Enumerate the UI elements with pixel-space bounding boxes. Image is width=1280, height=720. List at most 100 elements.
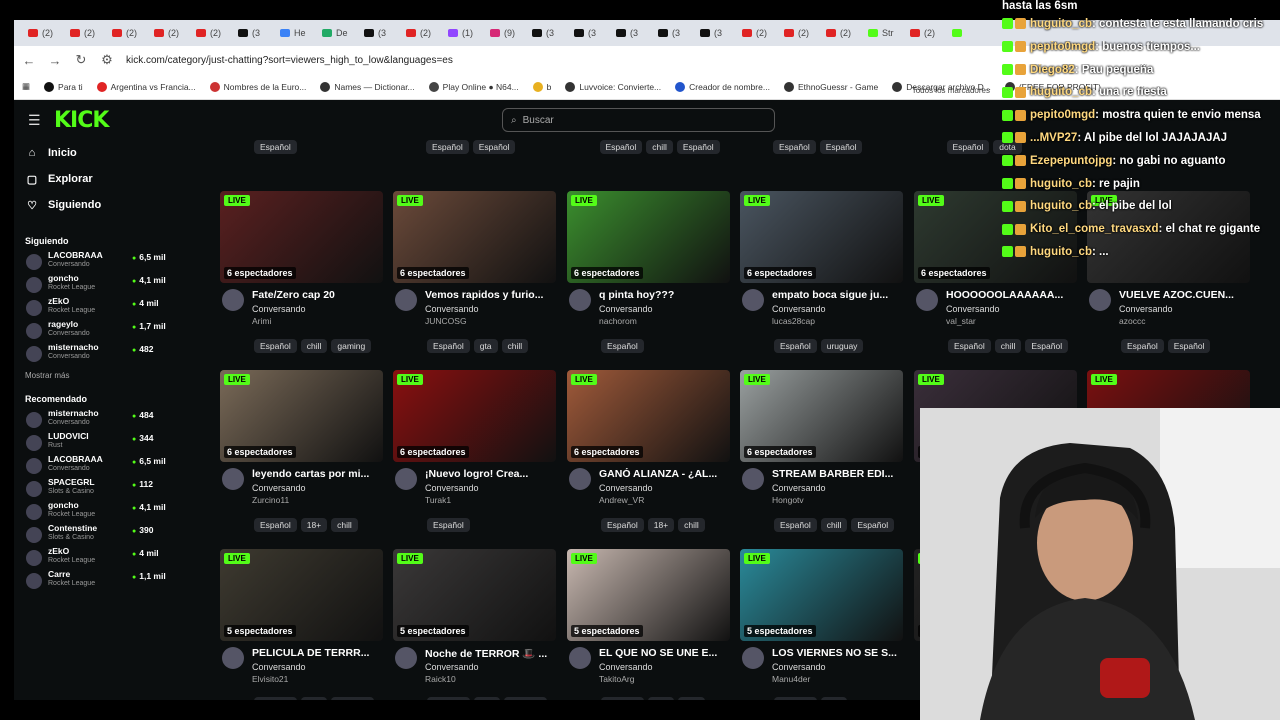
stream-title[interactable]: HOOOOOOLAAAAAA... [946, 289, 1076, 301]
stream-username[interactable]: Zurcino11 [252, 495, 289, 505]
tag-chip[interactable]: chill [501, 339, 529, 353]
stream-thumbnail[interactable]: LIVE 6 espectadores [220, 370, 383, 462]
browser-tab[interactable]: (3 [570, 23, 610, 43]
tag-chip[interactable]: Español [1167, 339, 1211, 353]
sidebar-nav-item[interactable]: ▢ Explorar [14, 166, 174, 192]
stream-title[interactable]: EL QUE NO SE UNE E... [599, 647, 729, 659]
bookmark-item[interactable]: Play Online ● N64... [428, 81, 519, 92]
stream-username[interactable]: Hongotv [772, 495, 804, 505]
tag-chip[interactable]: Español [599, 140, 643, 154]
stream-thumbnail[interactable]: LIVE 6 espectadores [393, 370, 556, 462]
avatar[interactable] [569, 468, 591, 490]
browser-tab[interactable]: (2) [24, 23, 64, 43]
bookmark-item[interactable]: EthnoGuessr - Game [783, 81, 878, 92]
browser-tab[interactable]: (3 [360, 23, 400, 43]
tag-chip[interactable]: 18+ [647, 518, 675, 532]
avatar[interactable] [1089, 289, 1111, 311]
stream-category[interactable]: Conversando [425, 483, 479, 493]
tag-chip[interactable]: Español [504, 697, 548, 700]
stream-thumbnail[interactable]: LIVE 5 espectadores [740, 549, 903, 641]
browser-tab[interactable]: (2) [738, 23, 778, 43]
stream-username[interactable]: Elvisito21 [252, 674, 288, 684]
back-icon[interactable]: ← [22, 53, 36, 68]
tag-chip[interactable]: Español [426, 140, 469, 154]
stream-username[interactable]: JUNCOSG [425, 316, 467, 326]
stream-card[interactable]: LIVE 5 espectadores Noche de TERROR 🎩 ... C… [393, 549, 556, 700]
browser-tab[interactable]: (3 [654, 23, 694, 43]
browser-tab[interactable]: Str [864, 23, 904, 43]
channel-item[interactable]: gonchoRocket League4,1 mil [14, 273, 174, 296]
tag-chip[interactable]: chill [994, 339, 1022, 353]
stream-card[interactable]: LIVE 5 espectadores EL QUE NO SE UNE E... C… [567, 549, 730, 700]
channel-item[interactable]: LACOBRAAAConversando6,5 mil [14, 250, 174, 273]
stream-title[interactable]: Vemos rapidos y furio... [425, 289, 555, 301]
avatar[interactable] [395, 289, 417, 311]
tag-chip[interactable]: uruguay [820, 339, 864, 353]
stream-thumbnail[interactable]: LIVE 6 espectadores [393, 191, 556, 283]
browser-tab[interactable]: (3 [234, 23, 274, 43]
tag-chip[interactable]: 18+ [647, 697, 675, 700]
stream-title[interactable]: VUELVE AZOC.CUEN... [1119, 289, 1249, 301]
stream-title[interactable]: ¡Nuevo logro! Crea... [425, 468, 555, 480]
browser-tab[interactable]: (2) [906, 23, 946, 43]
avatar[interactable] [395, 468, 417, 490]
channel-item[interactable]: misternachoConversando 482 [14, 342, 174, 365]
avatar[interactable] [742, 647, 764, 669]
site-info-icon[interactable]: ⚙ [100, 52, 114, 68]
browser-tab[interactable]: He [276, 23, 316, 43]
channel-item[interactable]: misternachoConversando 484 [14, 408, 174, 431]
tag-chip[interactable]: Español [851, 518, 895, 532]
stream-thumbnail[interactable]: LIVE 5 espectadores [220, 549, 383, 641]
stream-card[interactable]: LIVE 6 espectadores leyendo cartas por mi.… [220, 370, 383, 532]
bookmark-item[interactable]: b [532, 81, 551, 92]
stream-username[interactable]: Andrew_VR [599, 495, 644, 505]
stream-card[interactable]: LIVE 6 espectadores STREAM BARBER EDI... Co… [740, 370, 903, 532]
stream-title[interactable]: LOS VIERNES NO SE S... [772, 647, 902, 659]
stream-title[interactable]: Noche de TERROR 🎩 ... [425, 647, 555, 660]
stream-card[interactable]: LIVE 6 espectadores ¡Nuevo logro! Crea... C… [393, 370, 556, 532]
tag-chip[interactable]: Español [676, 140, 720, 154]
show-more-link[interactable]: Mostrar más [14, 371, 174, 380]
channel-item[interactable]: SPACEGRLSlots & Casino 112 [14, 477, 174, 500]
avatar[interactable] [916, 289, 938, 311]
url-field[interactable]: kick.com/category/just-chatting?sort=vie… [126, 55, 453, 66]
browser-tab[interactable]: (2) [822, 23, 862, 43]
stream-title[interactable]: GANÓ ALIANZA - ¿AL... [599, 468, 729, 480]
tag-chip[interactable]: Español [946, 140, 990, 154]
tag-chip[interactable]: Español [1121, 339, 1164, 353]
stream-title[interactable]: STREAM BARBER EDI... [772, 468, 902, 480]
channel-item[interactable]: LACOBRAAAConversando6,5 mil [14, 454, 174, 477]
tag-chip[interactable]: chill [678, 518, 705, 532]
stream-username[interactable]: Raick10 [425, 674, 456, 684]
tag-chip[interactable]: Español [773, 140, 816, 154]
browser-tab[interactable]: (2) [780, 23, 820, 43]
stream-thumbnail[interactable]: LIVE 6 espectadores [220, 191, 383, 283]
stream-username[interactable]: azoccc [1119, 316, 1145, 326]
stream-title[interactable]: q pinta hoy??? [599, 289, 729, 301]
avatar[interactable] [742, 289, 764, 311]
tag-chip[interactable]: chill [300, 339, 328, 353]
bookmark-item[interactable]: Argentina vs Francia... [96, 81, 196, 92]
tag-chip[interactable]: chill [473, 697, 501, 700]
stream-card[interactable]: LIVE 6 espectadores Vemos rapidos y furio.… [393, 191, 556, 353]
avatar[interactable] [569, 647, 591, 669]
stream-card[interactable]: LIVE 5 espectadores PELICULA DE TERRR... Co… [220, 549, 383, 700]
avatar[interactable] [395, 647, 417, 669]
bookmark-item[interactable]: Names — Dictionar... [320, 81, 415, 92]
bookmark-item[interactable]: Luvvoice: Convierte... [565, 81, 661, 92]
tag-chip[interactable]: gta [473, 339, 498, 353]
stream-category[interactable]: Conversando [772, 662, 826, 672]
tag-chip[interactable]: Español [1025, 339, 1069, 353]
stream-username[interactable]: val_star [946, 316, 976, 326]
browser-tab[interactable]: (2) [192, 23, 232, 43]
browser-tab[interactable]: (3 [528, 23, 568, 43]
browser-tab[interactable]: De [318, 23, 358, 43]
stream-category[interactable]: Conversando [252, 304, 306, 314]
stream-title[interactable]: empato boca sigue ju... [772, 289, 902, 301]
stream-card[interactable]: LIVE 6 espectadores q pinta hoy??? Conversa… [567, 191, 730, 353]
browser-tab[interactable]: (2) [402, 23, 442, 43]
channel-item[interactable]: zEkORocket League4 mil [14, 546, 174, 569]
tag-chip[interactable]: Español [819, 140, 863, 154]
stream-category[interactable]: Conversando [599, 304, 653, 314]
avatar[interactable] [222, 289, 244, 311]
